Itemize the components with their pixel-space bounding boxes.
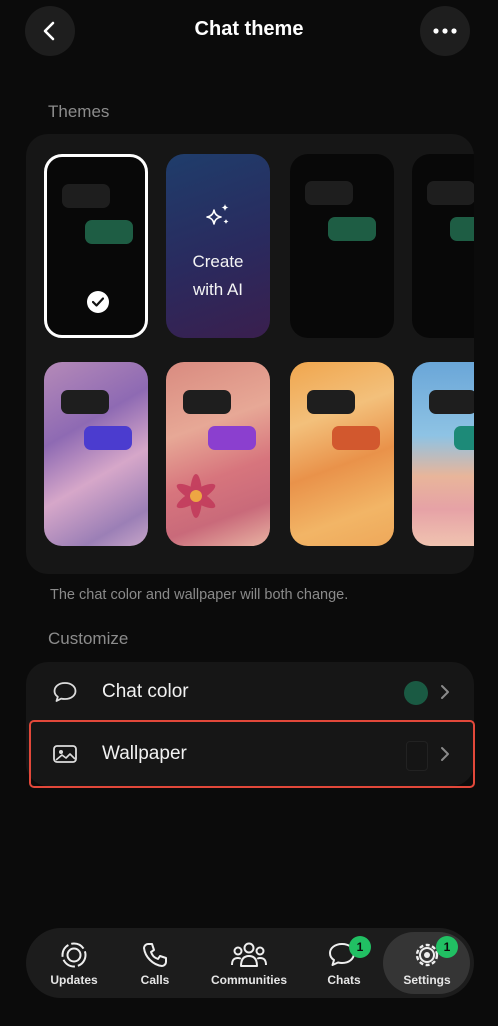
themes-section-label: Themes <box>48 102 110 121</box>
outgoing-bubble <box>332 426 380 450</box>
customize-section-label: Customize <box>48 629 129 648</box>
theme-card-lavender[interactable] <box>44 362 148 546</box>
chat-color-row[interactable]: Chat color <box>26 662 474 722</box>
tab-settings-label: Settings <box>403 973 451 987</box>
outgoing-bubble <box>450 217 474 241</box>
themes-caption: The chat color and wallpaper will both c… <box>50 587 349 603</box>
outgoing-bubble <box>208 426 256 450</box>
incoming-bubble <box>61 390 109 414</box>
flower-decoration <box>176 474 216 518</box>
bottom-tab-bar: Updates Calls Communities Chats 1 Settin… <box>26 928 474 998</box>
incoming-bubble <box>183 390 231 414</box>
more-options-button[interactable] <box>420 6 470 56</box>
chats-badge: 1 <box>349 936 371 958</box>
theme-card-floral[interactable] <box>166 362 270 546</box>
theme-card-default[interactable] <box>44 154 148 338</box>
tab-updates-label: Updates <box>50 973 98 987</box>
tab-calls-label: Calls <box>140 973 170 987</box>
chevron-right-icon <box>441 685 449 699</box>
themes-grid[interactable]: Create with AI <box>26 134 474 574</box>
incoming-bubble <box>305 181 353 205</box>
tab-communities[interactable]: Communities <box>202 928 296 998</box>
incoming-bubble <box>429 390 474 414</box>
outgoing-bubble <box>85 220 133 244</box>
theme-card-dark-3[interactable] <box>412 154 474 338</box>
wallpaper-highlight-box <box>29 720 475 788</box>
incoming-bubble <box>62 184 110 208</box>
settings-badge: 1 <box>436 936 458 958</box>
outgoing-bubble <box>454 426 474 450</box>
communities-icon <box>231 942 267 967</box>
incoming-bubble <box>427 181 474 205</box>
tab-settings[interactable]: Settings 1 <box>388 928 466 998</box>
theme-card-dark-2[interactable] <box>290 154 394 338</box>
create-with-ai-card[interactable]: Create with AI <box>166 154 270 338</box>
more-horizontal-icon <box>433 28 457 34</box>
incoming-bubble <box>307 390 355 414</box>
theme-card-beach[interactable] <box>412 362 474 546</box>
chat-color-swatch <box>404 681 428 705</box>
tab-updates[interactable]: Updates <box>38 928 110 998</box>
tab-calls[interactable]: Calls <box>120 928 190 998</box>
theme-card-orange[interactable] <box>290 362 394 546</box>
updates-icon <box>61 942 87 968</box>
phone-icon <box>143 943 167 967</box>
selected-check-icon <box>87 291 109 313</box>
tab-chats-label: Chats <box>327 973 361 987</box>
chat-color-label: Chat color <box>102 681 189 702</box>
create-with-ai-label: Create with AI <box>192 252 244 299</box>
sparkles-icon <box>206 204 229 225</box>
chat-bubble-icon <box>53 682 77 702</box>
tab-chats[interactable]: Chats 1 <box>308 928 380 998</box>
outgoing-bubble <box>84 426 132 450</box>
outgoing-bubble <box>328 217 376 241</box>
tab-communities-label: Communities <box>210 973 287 987</box>
